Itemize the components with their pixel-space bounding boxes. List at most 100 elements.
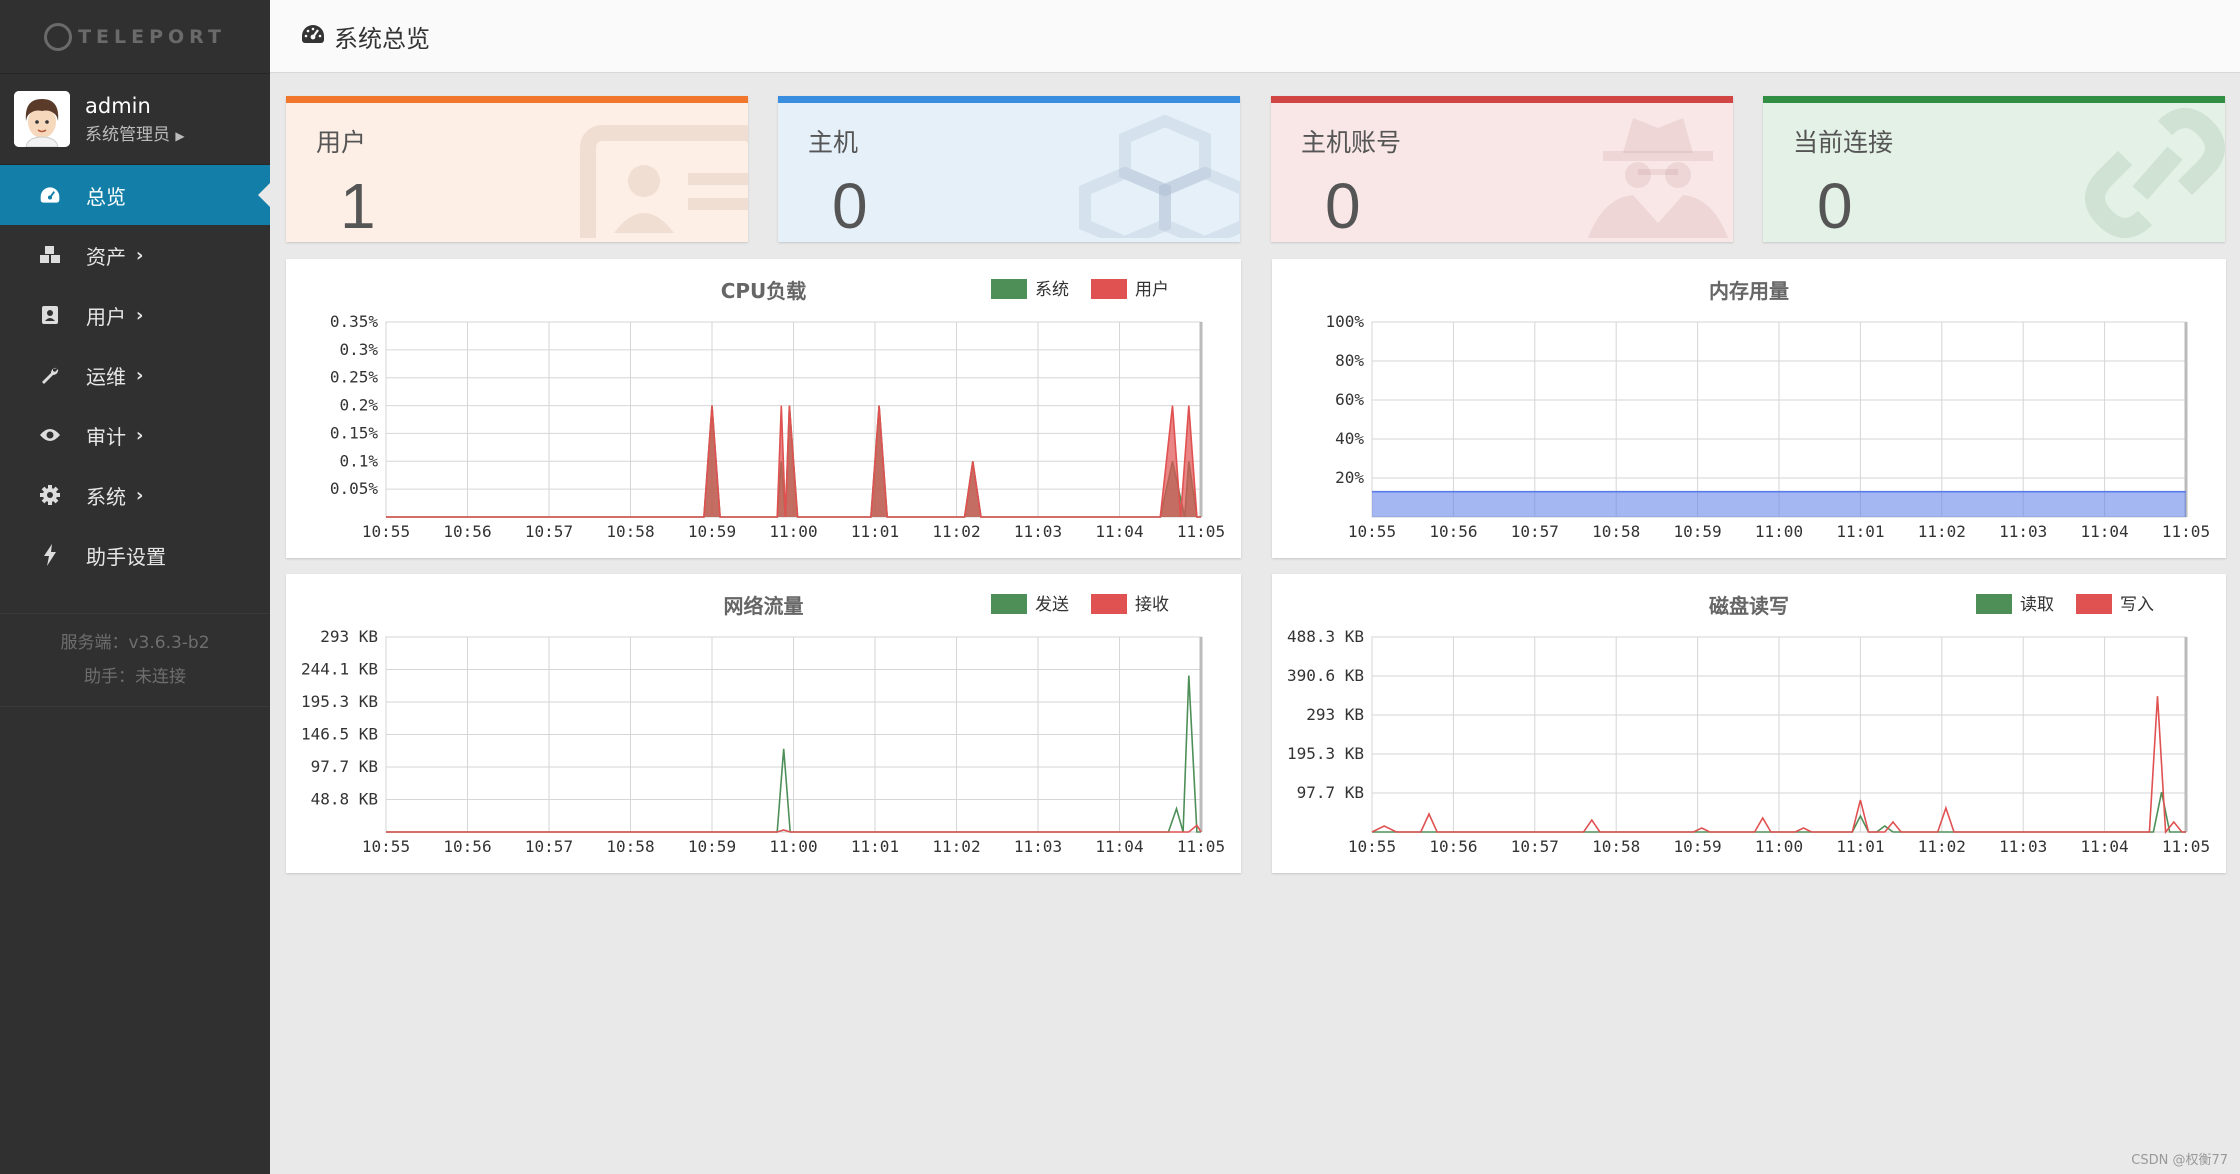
sidebar-item-label: 运维 <box>86 364 126 389</box>
x-tick-label: 11:02 <box>1918 837 1966 856</box>
x-tick-label: 10:59 <box>1674 837 1722 856</box>
stat-card-2[interactable]: 主机账号 0 <box>1271 96 1733 242</box>
sidebar-item-5[interactable]: 系统 › <box>0 465 270 525</box>
sidebar-item-label: 资产 <box>86 244 126 269</box>
link-icon <box>2085 108 2225 242</box>
x-tick-label: 11:01 <box>1836 522 1884 541</box>
legend-label[interactable]: 用户 <box>1135 280 1169 300</box>
legend-swatch[interactable] <box>991 279 1027 299</box>
chevron-right-icon: › <box>136 424 144 446</box>
x-tick-label: 11:04 <box>2081 837 2129 856</box>
stat-card-0[interactable]: 用户 1 <box>286 96 748 242</box>
x-tick-label: 10:59 <box>688 522 736 541</box>
y-tick-label: 293 KB <box>1306 705 1364 724</box>
legend-label[interactable]: 系统 <box>1035 280 1069 300</box>
x-tick-label: 11:00 <box>769 837 817 856</box>
disk-io-chart: 磁盘读写 10:55 10:56 10:57 10:58 10:59 11:00 11:01 1… <box>1287 594 2210 856</box>
x-tick-label: 10:57 <box>1511 837 1559 856</box>
y-tick-label: 293 KB <box>320 627 378 646</box>
dashboard-icon <box>38 183 62 207</box>
y-tick-label: 80% <box>1335 351 1364 370</box>
x-tick-label: 10:55 <box>1348 837 1396 856</box>
chart-title: 内存用量 <box>1709 279 1789 303</box>
legend-label[interactable]: 读取 <box>2020 595 2054 615</box>
legend-swatch[interactable] <box>991 594 1027 614</box>
legend-label[interactable]: 发送 <box>1035 595 1069 615</box>
sidebar-item-label: 总览 <box>86 184 126 209</box>
x-tick-label: 11:00 <box>1755 522 1803 541</box>
stat-label: 主机账号 <box>1301 128 1402 157</box>
sidebar-item-label: 用户 <box>86 304 126 329</box>
legend-swatch[interactable] <box>1976 594 2012 614</box>
cpu-load-panel: CPU负载 10:55 10:56 10:57 10:58 10:59 11:00 11:01… <box>286 259 1241 558</box>
stat-card-1[interactable]: 主机 0 <box>778 96 1240 242</box>
sidebar-item-6[interactable]: 助手设置 <box>0 525 270 585</box>
x-tick-label: 11:01 <box>1836 837 1884 856</box>
sidebar: TELEPORT admin 系统管理员 ▶ 总览 资产 › 用户 › 运维 › 审计 › 系统 ›… <box>0 0 270 1174</box>
user-panel[interactable]: admin 系统管理员 ▶ <box>0 74 270 165</box>
y-tick-label: 20% <box>1335 468 1364 487</box>
x-tick-label: 10:56 <box>1429 522 1477 541</box>
dashboard-icon <box>300 23 326 49</box>
chart-title: 磁盘读写 <box>1709 594 1789 618</box>
legend-swatch[interactable] <box>2076 594 2112 614</box>
legend-label[interactable]: 接收 <box>1135 595 1169 615</box>
y-tick-label: 97.7 KB <box>1297 783 1364 802</box>
x-tick-label: 10:55 <box>362 837 410 856</box>
legend-label[interactable]: 写入 <box>2120 595 2154 615</box>
y-tick-label: 146.5 KB <box>301 725 378 744</box>
x-tick-label: 10:56 <box>443 837 491 856</box>
legend-swatch[interactable] <box>1091 279 1127 299</box>
watermark: CSDN @权衡77 <box>2131 1153 2228 1168</box>
user-name: admin <box>85 93 151 118</box>
y-tick-label: 0.05% <box>330 479 379 498</box>
server-version: 服务端：v3.6.3-b2 <box>60 633 210 653</box>
chart-title: 网络流量 <box>724 594 804 618</box>
y-tick-label: 0.1% <box>339 451 378 470</box>
cubes-icon <box>38 243 62 267</box>
sidebar-item-4[interactable]: 审计 › <box>0 405 270 465</box>
stat-label: 用户 <box>316 128 367 157</box>
sidebar-item-label: 系统 <box>86 484 126 509</box>
app-logo[interactable]: TELEPORT <box>0 0 270 74</box>
assistant-status: 助手：未连接 <box>84 667 186 687</box>
y-tick-label: 40% <box>1335 429 1364 448</box>
chevron-right-icon: › <box>136 484 144 506</box>
sidebar-item-3[interactable]: 运维 › <box>0 345 270 405</box>
memory-usage-chart: 内存用量 10:55 10:56 10:57 10:58 10:59 11:00 11:01 1… <box>1325 279 2210 541</box>
x-tick-label: 11:00 <box>1755 837 1803 856</box>
y-tick-label: 195.3 KB <box>1287 744 1364 763</box>
network-traffic-chart: 网络流量 10:55 10:56 10:57 10:58 10:59 11:00 11:01 1… <box>301 594 1225 856</box>
chart-grid <box>385 636 1202 833</box>
bolt-icon <box>38 543 62 567</box>
cubes-icon <box>1070 113 1240 242</box>
network-traffic-panel: 网络流量 10:55 10:56 10:57 10:58 10:59 11:00 11:01 1… <box>286 574 1241 873</box>
sidebar-menu: 总览 资产 › 用户 › 运维 › 审计 › 系统 › 助手设置 <box>0 165 270 585</box>
x-tick-label: 10:57 <box>525 522 573 541</box>
x-tick-label: 10:58 <box>1592 837 1640 856</box>
legend-swatch[interactable] <box>1091 594 1127 614</box>
y-tick-label: 195.3 KB <box>301 692 378 711</box>
x-tick-label: 10:56 <box>443 522 491 541</box>
stat-value: 0 <box>1325 170 1361 242</box>
chevron-right-icon: › <box>136 304 144 326</box>
sidebar-item-1[interactable]: 资产 › <box>0 225 270 285</box>
stat-label: 主机 <box>808 128 859 157</box>
stat-card-3[interactable]: 当前连接 0 <box>1763 96 2225 242</box>
y-tick-label: 60% <box>1335 390 1364 409</box>
x-tick-label: 11:05 <box>1177 837 1225 856</box>
x-tick-label: 10:56 <box>1429 837 1477 856</box>
x-tick-label: 11:02 <box>932 522 980 541</box>
id-card-icon <box>578 123 748 242</box>
y-tick-label: 100% <box>1325 312 1364 331</box>
x-tick-label: 11:01 <box>851 837 899 856</box>
sidebar-item-2[interactable]: 用户 › <box>0 285 270 345</box>
user-role-dropdown[interactable]: 系统管理员 ▶ <box>85 120 185 145</box>
page-title: 系统总览 <box>334 24 430 53</box>
version-info: 服务端：v3.6.3-b2 助手：未连接 <box>0 613 270 707</box>
x-tick-label: 10:59 <box>1674 522 1722 541</box>
sidebar-item-0[interactable]: 总览 <box>0 165 270 225</box>
page-header: 系统总览 <box>270 0 2240 73</box>
address-book-icon <box>38 303 62 327</box>
x-tick-label: 11:04 <box>1095 522 1143 541</box>
